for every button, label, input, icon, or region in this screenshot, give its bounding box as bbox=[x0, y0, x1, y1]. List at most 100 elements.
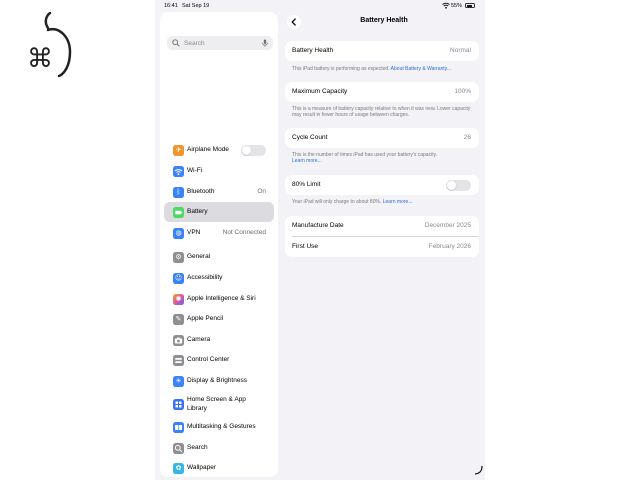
manufacture-date-row: Manufacture Date December 2025 bbox=[285, 216, 479, 236]
row-value: February 2026 bbox=[428, 242, 471, 250]
sidebar-item-display-brightness[interactable]: ☀ Display & Brightness bbox=[164, 371, 274, 391]
control-center-icon bbox=[173, 354, 184, 366]
ipad-screen: 16:41 Sat Sep 19 55% Search ✈ Airplane M… bbox=[155, 0, 485, 480]
sidebar-item-label: Wallpaper bbox=[187, 464, 217, 471]
sidebar-item-battery[interactable]: Battery bbox=[164, 202, 274, 222]
vpn-icon: ◍ bbox=[173, 227, 184, 239]
sidebar-item-label: Bluetooth bbox=[187, 188, 215, 195]
sidebar-item-label: VPN bbox=[187, 229, 201, 236]
maximum-capacity-card: Maximum Capacity 100% bbox=[285, 82, 479, 102]
sidebar-item-label: Apple Pencil bbox=[187, 315, 224, 322]
wifi-status-icon bbox=[442, 2, 450, 9]
row-value: 26 bbox=[463, 134, 471, 141]
sidebar-item-label: Multitasking & Gestures bbox=[187, 423, 256, 430]
cycle-count-card: Cycle Count 26 bbox=[285, 128, 479, 148]
row-label: Maximum Capacity bbox=[292, 88, 348, 95]
camera-icon bbox=[173, 334, 184, 346]
limit-learn-more-link[interactable]: Learn more... bbox=[383, 199, 413, 205]
battery-health-row: Battery Health Normal bbox=[285, 41, 479, 61]
sidebar-item-label: Battery bbox=[187, 208, 208, 215]
row-label: 80% Limit bbox=[292, 181, 321, 188]
sidebar-item-accessibility[interactable]: ☺ Accessibility bbox=[164, 268, 274, 288]
home-screen-icon bbox=[173, 398, 184, 410]
battery-icon bbox=[173, 206, 184, 218]
row-label: Battery Health bbox=[292, 47, 334, 54]
maximum-capacity-row: Maximum Capacity 100% bbox=[285, 82, 479, 102]
row-label: First Use bbox=[292, 242, 318, 250]
sidebar-item-vpn[interactable]: ◍ VPN Not Connected bbox=[164, 223, 274, 243]
sidebar-item-label: Search bbox=[187, 444, 208, 451]
first-use-row: First Use February 2026 bbox=[285, 237, 479, 257]
dates-card: Manufacture Date December 2025 First Use… bbox=[285, 216, 479, 257]
row-value: December 2025 bbox=[424, 222, 471, 229]
note-text: Your iPad will only charge to about 80%. bbox=[292, 199, 382, 205]
search-field[interactable]: Search bbox=[167, 36, 273, 50]
cycle-learn-more-link[interactable]: Learn more... bbox=[292, 158, 322, 164]
battery-health-card: Battery Health Normal bbox=[285, 41, 479, 61]
status-time: 16:41 bbox=[164, 3, 178, 9]
sidebar-item-wifi[interactable]: Wi-Fi bbox=[164, 161, 274, 181]
charge-limit-row: 80% Limit bbox=[285, 175, 479, 195]
sidebar-item-general[interactable]: ⚙ General bbox=[164, 247, 274, 267]
search-icon bbox=[173, 442, 184, 454]
brand-logo-icon: ⌘ bbox=[27, 12, 72, 78]
sidebar-item-airplane-mode[interactable]: ✈ Airplane Mode bbox=[164, 140, 274, 160]
charge-limit-card: 80% Limit bbox=[285, 175, 479, 195]
bluetooth-icon: ᛒ bbox=[173, 186, 184, 198]
wifi-network-value bbox=[237, 165, 272, 176]
gear-icon: ⚙ bbox=[173, 251, 184, 263]
row-label: Cycle Count bbox=[292, 134, 328, 141]
sidebar-item-label: Wi-Fi bbox=[187, 167, 203, 174]
siri-icon: ✺ bbox=[173, 293, 184, 305]
pencil-icon: ✎ bbox=[173, 313, 184, 325]
sidebar-item-label: Accessibility bbox=[187, 274, 223, 281]
maximum-capacity-note: This is a measure of battery capacity re… bbox=[292, 106, 471, 118]
wallpaper-icon: ✿ bbox=[173, 462, 184, 474]
sidebar-item-label: Home Screen & App Library bbox=[187, 396, 246, 412]
sidebar-item-camera[interactable]: Camera bbox=[164, 330, 274, 350]
battery-percent: 55% bbox=[451, 3, 463, 9]
sidebar-item-value: Not Connected bbox=[222, 229, 266, 236]
sidebar-item-control-center[interactable]: Control Center bbox=[164, 350, 274, 370]
sidebar-item-label: Apple Intelligence & Siri bbox=[187, 295, 256, 302]
note-text: This iPad battery is performing as expec… bbox=[292, 66, 390, 72]
cycle-count-row: Cycle Count 26 bbox=[285, 128, 479, 148]
accessibility-icon: ☺ bbox=[173, 272, 184, 284]
sidebar-item-wallpaper[interactable]: ✿ Wallpaper bbox=[164, 458, 274, 477]
settings-sidebar: Search ✈ Airplane Mode Wi-Fi ᛒ Bluetooth bbox=[160, 12, 278, 477]
status-date: Sat Sep 19 bbox=[182, 3, 210, 9]
sidebar-item-label: Camera bbox=[187, 336, 211, 343]
magnifier-icon bbox=[172, 39, 180, 47]
sidebar-item-label: General bbox=[187, 253, 211, 260]
airplane-mode-toggle[interactable] bbox=[241, 144, 266, 156]
about-battery-warranty-link[interactable]: About Battery & Warranty... bbox=[391, 66, 451, 72]
row-value: 100% bbox=[454, 88, 471, 95]
sidebar-item-label: Display & Brightness bbox=[187, 377, 247, 384]
charge-limit-note: Your iPad will only charge to about 80%.… bbox=[292, 199, 477, 205]
display-icon: ☀ bbox=[173, 375, 184, 387]
sidebar-item-label: Control Center bbox=[187, 356, 230, 363]
page-title: Battery Health bbox=[360, 17, 408, 24]
row-value: Normal bbox=[450, 47, 471, 54]
airplane-icon: ✈ bbox=[173, 144, 184, 156]
sidebar-item-apple-intelligence-siri[interactable]: ✺ Apple Intelligence & Siri bbox=[164, 289, 274, 309]
row-label: Manufacture Date bbox=[292, 222, 344, 229]
search-placeholder: Search bbox=[184, 39, 205, 47]
sidebar-item-search[interactable]: Search bbox=[164, 438, 274, 458]
wifi-icon bbox=[173, 165, 184, 177]
svg-text:⌘: ⌘ bbox=[27, 44, 53, 74]
battery-health-pane: Battery Health Battery Health Normal Thi… bbox=[283, 12, 485, 480]
sidebar-item-bluetooth[interactable]: ᛒ Bluetooth On bbox=[164, 182, 274, 202]
status-bar: 16:41 Sat Sep 19 55% bbox=[155, 0, 485, 12]
sidebar-item-label: Airplane Mode bbox=[187, 146, 229, 153]
sidebar-item-home-screen[interactable]: Home Screen & App Library bbox=[164, 394, 274, 414]
multitasking-icon bbox=[173, 421, 184, 433]
sidebar-item-apple-pencil[interactable]: ✎ Apple Pencil bbox=[164, 309, 274, 329]
sidebar-item-value: On bbox=[257, 188, 266, 195]
battery-status-icon bbox=[465, 3, 475, 8]
screen-corner-mark-icon bbox=[474, 465, 483, 475]
microphone-icon[interactable] bbox=[262, 39, 268, 47]
sidebar-item-multitasking[interactable]: Multitasking & Gestures bbox=[164, 417, 274, 437]
charge-limit-toggle[interactable] bbox=[446, 179, 471, 191]
battery-health-note: This iPad battery is performing as expec… bbox=[292, 66, 477, 72]
